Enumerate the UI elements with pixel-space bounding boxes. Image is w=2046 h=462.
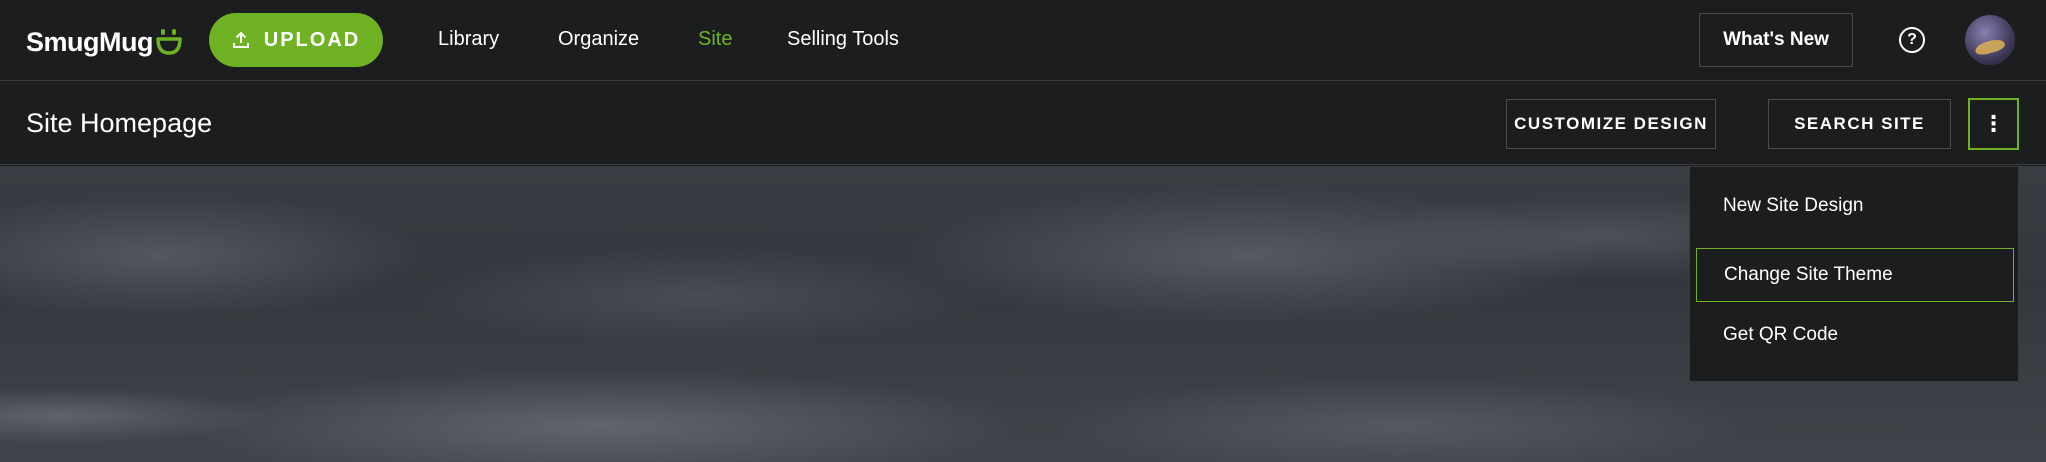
nav-selling-tools[interactable]: Selling Tools [787,28,899,51]
site-toolbar: Site Homepage CUSTOMIZE DESIGN SEARCH SI… [0,82,2046,165]
more-options-button[interactable]: ⋮ [1968,98,2019,150]
vertical-dots-icon: ⋮ [1982,111,2005,136]
smile-logo-icon [156,29,182,55]
whats-new-button[interactable]: What's New [1699,13,1853,67]
menu-item-new-site-design[interactable]: New Site Design [1696,179,2014,233]
menu-item-get-qr-code[interactable]: Get QR Code [1696,308,2014,362]
page-title: Site Homepage [26,108,213,138]
nav-organize[interactable]: Organize [558,28,639,51]
upload-icon [232,31,249,48]
more-options-menu: New Site Design Change Site Theme Get QR… [1689,166,2019,382]
search-site-button[interactable]: SEARCH SITE [1768,99,1951,149]
customize-design-button[interactable]: CUSTOMIZE DESIGN [1506,99,1716,149]
menu-item-change-site-theme[interactable]: Change Site Theme [1696,248,2014,302]
logo-wordmark: SmugMug [26,26,153,57]
user-avatar[interactable] [1965,15,2015,65]
upload-button[interactable]: UPLOAD [209,13,383,67]
upload-label: UPLOAD [263,28,361,51]
nav-library[interactable]: Library [438,28,499,51]
top-navigation-bar: SmugMug UPLOAD Library Organize Site Sel… [0,0,2046,81]
smugmug-logo[interactable]: SmugMug [26,20,183,64]
nav-site[interactable]: Site [698,28,732,51]
question-circle-icon[interactable]: ? [1899,27,1925,53]
